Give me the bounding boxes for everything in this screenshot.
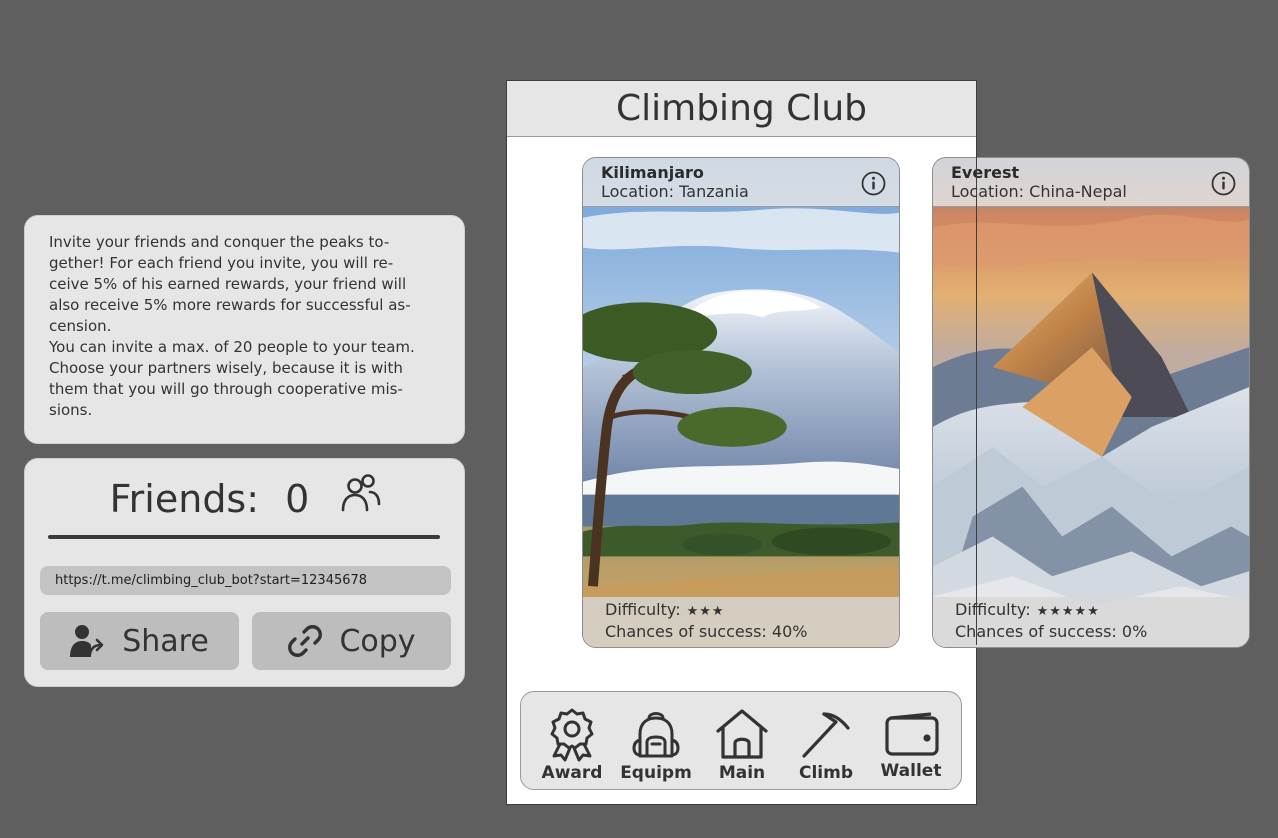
nav-award[interactable]: Award	[532, 706, 612, 783]
nav-label: Climb	[798, 763, 853, 783]
difficulty-row: Difficulty: ★★★★★	[955, 600, 1249, 622]
share-button[interactable]: Share	[40, 612, 239, 670]
friends-divider	[48, 535, 440, 539]
invite-text-line: You can invite a max. of 20 people to yo…	[49, 338, 415, 356]
nav-label: Equipm	[620, 763, 692, 783]
pickaxe-icon	[802, 712, 850, 758]
friends-counter: Friends: 0	[25, 473, 466, 524]
copy-button-label: Copy	[339, 623, 416, 659]
nav-climb[interactable]: Climb	[786, 706, 866, 783]
difficulty-stars: ★★★	[686, 604, 725, 619]
mountain-name: Everest	[951, 163, 1020, 182]
card-header: Everest Location: China-Nepal	[933, 158, 1249, 207]
invite-text-line: ceive 5% of his earned rewards, your fri…	[49, 275, 407, 293]
invite-text-line: cension.	[49, 317, 112, 335]
friends-panel: Friends: 0 https://t.me/climbing_club_bo…	[24, 458, 465, 687]
invite-text-line: them that you will go through cooperativ…	[49, 380, 403, 398]
nav-main[interactable]: Main	[702, 706, 782, 783]
invite-text-line: Choose your partners wisely, because it …	[49, 359, 403, 377]
bottom-nav: Award Equipm Main Climb Wallet	[520, 691, 962, 790]
award-icon	[550, 708, 594, 762]
invite-text-line: also receive 5% more rewards for success…	[49, 296, 411, 314]
nav-label: Main	[718, 763, 766, 783]
info-icon[interactable]	[861, 171, 886, 196]
nav-equipment[interactable]: Equipm	[616, 706, 696, 783]
invite-link-field[interactable]: https://t.me/climbing_club_bot?start=123…	[40, 566, 451, 595]
share-user-icon	[70, 625, 104, 657]
people-icon	[339, 473, 381, 524]
mountain-name: Kilimanjaro	[601, 163, 704, 182]
info-icon[interactable]	[1211, 171, 1236, 196]
wallet-icon	[885, 712, 939, 756]
mountain-location: Location: China-Nepal	[951, 182, 1127, 201]
phone-frame-edge	[976, 80, 977, 645]
difficulty-stars: ★★★★★	[1036, 604, 1100, 619]
backpack-icon	[632, 712, 680, 758]
card-footer: Difficulty: ★★★★★ Chances of success: 0%	[933, 597, 1249, 647]
kilimanjaro-image	[583, 158, 899, 647]
card-overlay	[933, 158, 1249, 647]
invite-text-line: Invite your friends and conquer the peak…	[49, 233, 390, 251]
difficulty-row: Difficulty: ★★★	[605, 600, 899, 622]
card-header: Kilimanjaro Location: Tanzania	[583, 158, 899, 207]
mountain-card-kilimanjaro[interactable]: Kilimanjaro Location: Tanzania Difficult…	[582, 157, 900, 648]
invite-info-panel: Invite your friends and conquer the peak…	[24, 215, 465, 444]
home-icon	[716, 709, 768, 759]
invite-text-line: gether! For each friend you invite, you …	[49, 254, 394, 272]
link-icon	[288, 625, 323, 657]
card-footer: Difficulty: ★★★ Chances of success: 40%	[583, 597, 899, 647]
copy-button[interactable]: Copy	[252, 612, 451, 670]
difficulty-label: Difficulty:	[955, 600, 1031, 619]
success-chance: Chances of success: 0%	[955, 622, 1148, 641]
invite-text-line: sions.	[49, 401, 93, 419]
mountain-card-everest[interactable]: Everest Location: China-Nepal Difficulty…	[932, 157, 1250, 648]
friends-label: Friends:	[109, 477, 260, 521]
nav-label: Award	[541, 763, 603, 783]
mountain-location: Location: Tanzania	[601, 182, 749, 201]
success-chance: Chances of success: 40%	[605, 622, 808, 641]
app-title: Climbing Club	[507, 81, 976, 137]
share-button-label: Share	[122, 623, 209, 659]
nav-wallet[interactable]: Wallet	[871, 706, 951, 781]
nav-label: Wallet	[880, 761, 942, 781]
difficulty-label: Difficulty:	[605, 600, 681, 619]
friends-count: 0	[285, 477, 310, 521]
